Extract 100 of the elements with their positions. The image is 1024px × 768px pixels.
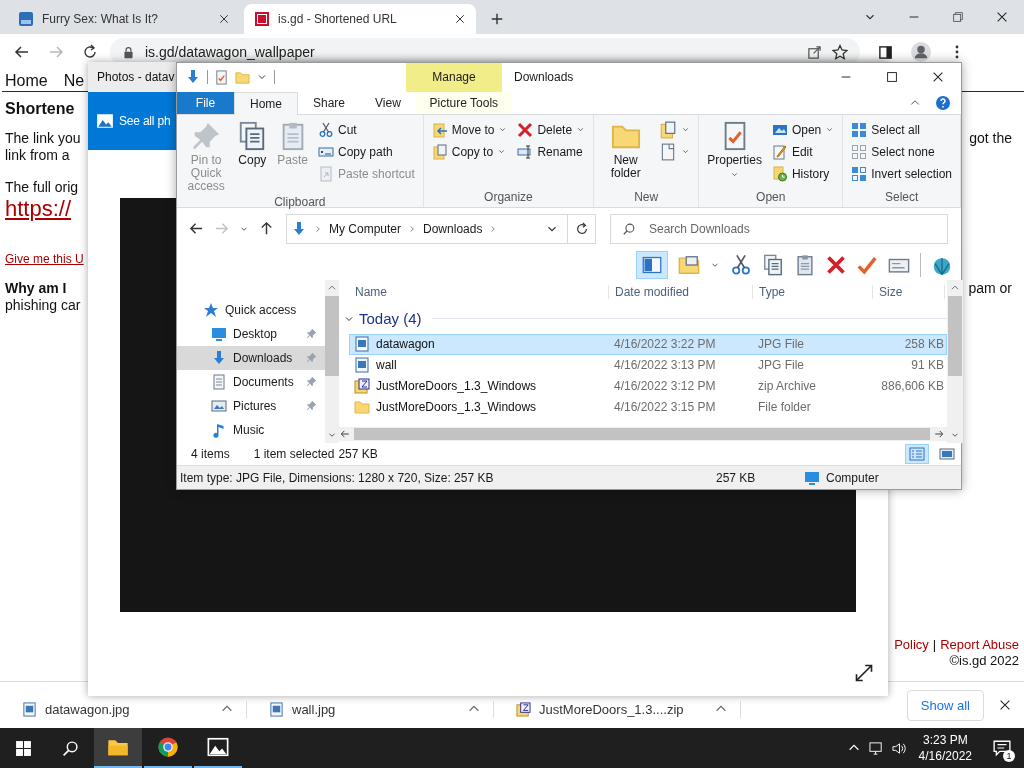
scrollbar[interactable] — [947, 279, 963, 444]
file-row[interactable]: JustMoreDoors_1.3_Windows 4/16/2022 3:15 PM File folder — [349, 396, 947, 418]
move-folder-icon — [431, 121, 448, 138]
type-cell: File folder — [758, 400, 811, 415]
search-field[interactable]: Search Downloads — [610, 213, 948, 244]
ribbon-button[interactable]: Copy path — [315, 140, 418, 163]
clock[interactable]: 3:23 PM 4/16/2022 — [910, 728, 980, 768]
browser-tab[interactable]: is.gd - Shortened URL — [244, 4, 476, 34]
download-item[interactable]: wall.jpg — [247, 700, 494, 718]
details-text: 257 KB — [716, 470, 757, 485]
nav-pane-item[interactable]: Music — [177, 417, 325, 442]
notification-badge: 1 — [1003, 750, 1015, 762]
large-icons-view-icon[interactable] — [939, 446, 955, 463]
site-logo-icon — [18, 11, 34, 27]
help-icon[interactable] — [935, 94, 951, 111]
ribbon-tab[interactable]: Picture Tools — [415, 91, 512, 114]
new-tab-icon[interactable] — [490, 12, 504, 26]
search-icon[interactable] — [62, 739, 79, 757]
share-icon[interactable] — [807, 44, 822, 60]
ribbon-button[interactable]: Select none — [848, 140, 955, 163]
breadcrumb[interactable]: My Computer — [329, 221, 402, 236]
speaker-icon[interactable] — [891, 740, 907, 756]
browser-tab[interactable]: Furry Sex: What Is It? — [8, 4, 240, 34]
clipboard-icon[interactable] — [794, 254, 816, 276]
ribbon-tab[interactable]: View — [360, 91, 416, 114]
properties-icon[interactable] — [214, 69, 229, 85]
file-name: wall — [376, 358, 397, 373]
back-icon[interactable] — [14, 44, 30, 60]
column-header[interactable]: Type — [753, 284, 873, 299]
star-icon[interactable] — [832, 44, 848, 60]
ribbon-button[interactable]: Invert selection — [848, 162, 955, 185]
ribbon-button[interactable]: Properties — [704, 118, 765, 181]
picture-icon — [96, 112, 114, 130]
group-label: Organize — [483, 189, 534, 206]
scrollbar[interactable] — [324, 279, 339, 444]
give-url-link[interactable]: Give me this U — [5, 252, 84, 266]
download-item[interactable]: JustMoreDoors_1.3....zip — [494, 700, 741, 718]
ribbon-button[interactable]: Move to — [428, 118, 511, 141]
nav-link[interactable]: Ne — [63, 72, 85, 91]
folder-icon[interactable] — [678, 254, 700, 276]
ribbon-tab[interactable]: Home — [234, 91, 298, 115]
footer-link[interactable]: Policy — [894, 637, 929, 653]
footer-link[interactable]: Report Abuse — [940, 637, 1019, 653]
ribbon-button[interactable]: Open — [768, 118, 838, 141]
ribbon-button[interactable]: Edit — [768, 140, 838, 163]
nav-pane-item[interactable]: Downloads — [177, 345, 325, 370]
side-panel-icon[interactable] — [878, 44, 893, 60]
ribbon-tab[interactable]: Share — [298, 91, 361, 114]
delete-icon[interactable] — [826, 255, 846, 275]
show-all-button[interactable]: Show all — [906, 689, 984, 721]
ribbon-button[interactable]: Delete — [514, 118, 589, 141]
breadcrumb[interactable]: Downloads — [423, 221, 483, 236]
ribbon-button[interactable]: New folder — [599, 118, 653, 182]
notification-icon[interactable] — [993, 739, 1011, 757]
start-icon[interactable] — [15, 739, 32, 757]
nav-link[interactable]: Home — [5, 72, 48, 91]
file-row[interactable]: wall 4/16/2022 3:13 PM JPG File 91 KB — [349, 354, 947, 376]
documents-icon[interactable] — [762, 254, 784, 276]
details-text: Item type: JPG File, Dimensions: 1280 x 720, Size: 257 KB — [180, 470, 495, 485]
group-header[interactable]: Today (4) — [359, 310, 422, 328]
ribbon-tab[interactable]: File — [177, 91, 234, 114]
close-icon[interactable] — [454, 13, 466, 25]
see-all-button[interactable]: See all ph — [88, 92, 176, 150]
context-tab-header: Manage — [406, 63, 502, 92]
size-cell: 886,606 KB — [881, 379, 944, 394]
column-header[interactable]: Size — [873, 284, 945, 299]
nav-pane-item[interactable]: Desktop — [177, 321, 325, 346]
paragraph-text: The full orig — [5, 179, 79, 196]
ribbon-button[interactable]: History — [768, 162, 838, 185]
close-icon[interactable] — [218, 13, 230, 25]
scissors-icon[interactable] — [730, 254, 752, 276]
file-row[interactable]: JustMoreDoors_1.3_Windows 4/16/2022 3:12 PM zip Archive 886,606 KB — [349, 375, 947, 397]
nav-pane-item[interactable]: Pictures — [177, 393, 325, 418]
close-icon[interactable] — [998, 698, 1012, 712]
up-arrow-icon[interactable] — [259, 221, 274, 237]
taskbar-app[interactable] — [94, 728, 142, 768]
refresh-icon[interactable] — [82, 44, 98, 60]
close-icon[interactable] — [995, 10, 1009, 24]
profile-icon[interactable] — [911, 42, 931, 62]
maximize-icon[interactable] — [885, 70, 899, 85]
restore-icon[interactable] — [951, 10, 965, 24]
nav-pane-item[interactable]: Documents — [177, 369, 325, 394]
ribbon-button[interactable]: Cut — [315, 118, 418, 141]
ribbon-button[interactable]: Select all — [848, 118, 955, 141]
refresh-button[interactable] — [568, 213, 596, 244]
address-field[interactable]: My Computer Downloads — [286, 213, 568, 244]
details-text: Computer — [826, 470, 879, 485]
ribbon-button[interactable]: Copy — [234, 118, 271, 169]
file-row[interactable]: datawagon 4/16/2022 3:22 PM JPG File 258 KB — [349, 333, 947, 355]
network-icon[interactable] — [868, 740, 884, 756]
ribbon-button[interactable]: Copy to — [428, 140, 511, 163]
ribbon-button[interactable]: Rename — [514, 140, 589, 163]
download-item[interactable]: datawagon.jpg — [0, 700, 247, 718]
column-header[interactable]: Name — [349, 284, 609, 299]
preview-pane-button[interactable] — [636, 251, 668, 279]
column-header[interactable]: Date modified — [609, 284, 753, 299]
nav-pane-item[interactable]: Quick access — [177, 297, 325, 322]
url-link[interactable]: https:// — [5, 196, 72, 221]
expand-icon[interactable] — [854, 663, 874, 683]
picture-icon — [207, 736, 229, 758]
